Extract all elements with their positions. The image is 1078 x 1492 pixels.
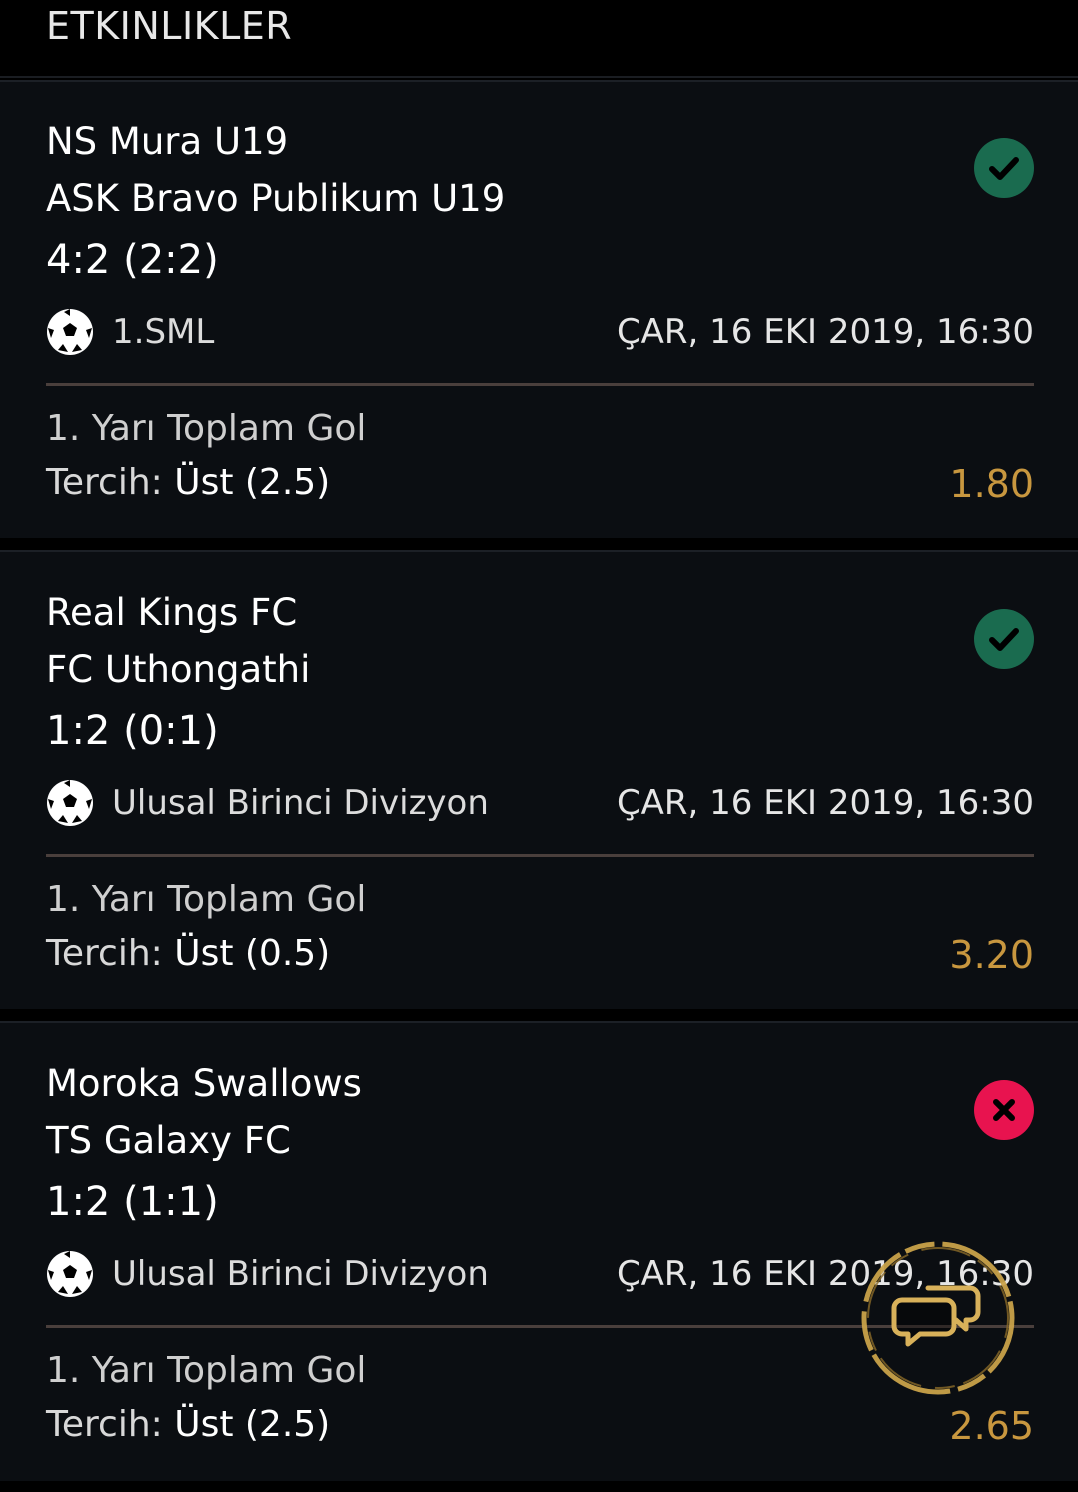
match-score: 1:2 (0:1) [46,708,219,754]
match-score: 4:2 (2:2) [46,237,219,283]
page-title: ETKINLIKLER [46,4,293,48]
market-name: 1. Yarı Toplam Gol [46,408,367,449]
home-team: Real Kings FC [46,591,298,634]
league-name: Ulusal Birinci Divizyon [112,783,489,823]
soccer-ball-icon [47,780,93,826]
lost-status-badge [974,1080,1034,1140]
league-row: Ulusal Birinci Divizyon [46,779,489,827]
pick-value: Üst (0.5) [174,933,331,974]
divider [46,383,1034,386]
close-icon [993,1099,1015,1121]
chat-icon [861,1241,1015,1395]
pick-label: Tercih: [46,1404,175,1445]
pick-label: Tercih: [46,933,175,974]
pick-row: Tercih: Üst (2.5) [46,1404,330,1445]
odds-value: 2.65 [949,1404,1034,1448]
won-status-badge [974,138,1034,198]
event-date: ÇAR, 16 EKI 2019, 16:30 [616,312,1034,352]
league-row: 1.SML [46,308,214,356]
pick-label: Tercih: [46,462,175,503]
pick-row: Tercih: Üst (0.5) [46,933,330,974]
check-icon [989,157,1019,180]
league-name: Ulusal Birinci Divizyon [112,1254,489,1294]
league-row: Ulusal Birinci Divizyon [46,1250,489,1298]
match-score: 1:2 (1:1) [46,1179,219,1225]
won-status-badge [974,609,1034,669]
app-header: ETKINLIKLER [0,0,1078,78]
away-team: TS Galaxy FC [46,1119,291,1162]
home-team: NS Mura U19 [46,120,289,163]
event-date: ÇAR, 16 EKI 2019, 16:30 [616,783,1034,823]
soccer-ball-icon [47,309,93,355]
away-team: FC Uthongathi [46,648,311,691]
away-team: ASK Bravo Publikum U19 [46,177,506,220]
pick-value: Üst (2.5) [174,1404,331,1445]
event-card[interactable]: NS Mura U19 ASK Bravo Publikum U19 4:2 (… [0,80,1078,538]
odds-value: 1.80 [949,462,1034,506]
pick-value: Üst (2.5) [174,462,331,503]
market-name: 1. Yarı Toplam Gol [46,879,367,920]
home-team: Moroka Swallows [46,1062,362,1105]
odds-value: 3.20 [949,933,1034,977]
check-icon [989,628,1019,651]
divider [46,854,1034,857]
chat-button[interactable] [858,1238,1018,1398]
pick-row: Tercih: Üst (2.5) [46,462,330,503]
market-name: 1. Yarı Toplam Gol [46,1350,367,1391]
event-card[interactable]: Real Kings FC FC Uthongathi 1:2 (0:1) Ul… [0,550,1078,1009]
league-name: 1.SML [112,312,215,352]
soccer-ball-icon [47,1251,93,1297]
